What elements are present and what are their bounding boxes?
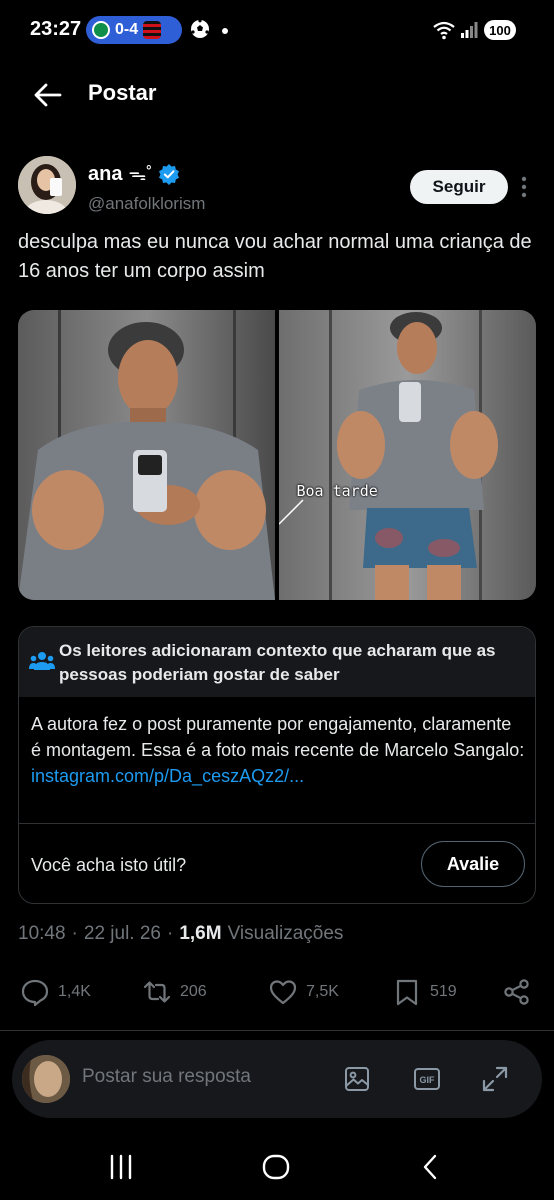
team-crest-icon xyxy=(92,21,110,39)
community-note-body: A autora fez o post puramente por engaja… xyxy=(31,711,525,789)
rate-button[interactable]: Avalie xyxy=(421,841,525,887)
community-note-title: Os leitores adicionaram contexto que ach… xyxy=(59,641,496,684)
back-icon[interactable] xyxy=(416,1152,446,1182)
reply-count: 1,4K xyxy=(58,983,91,1000)
more-vertical-icon[interactable] xyxy=(520,176,528,198)
community-note-text: A autora fez o post puramente por engaja… xyxy=(31,714,525,760)
photo-caption-text: Boa tarde xyxy=(296,482,378,500)
soccer-ball-icon xyxy=(191,19,209,38)
heart-icon xyxy=(269,980,297,1005)
tweet-meta: 10:48 · 22 jul. 26 · 1,6M Visualizações xyxy=(18,923,343,945)
community-note-link[interactable]: instagram.com/p/Da_ceszAQz2/... xyxy=(31,766,304,786)
tweet-photo-left[interactable] xyxy=(18,310,276,600)
tweet-photo-right[interactable]: Boa tarde xyxy=(278,310,537,600)
follow-button[interactable]: Seguir xyxy=(410,170,508,204)
views-label[interactable]: Visualizações xyxy=(228,923,344,945)
user-avatar xyxy=(22,1055,70,1103)
recent-apps-icon[interactable] xyxy=(106,1152,136,1182)
wifi-icon xyxy=(433,21,455,40)
bookmark-icon xyxy=(396,979,418,1006)
author-avatar[interactable] xyxy=(18,156,76,214)
status-bar: 23:27 0-4 100 xyxy=(0,0,554,62)
divider xyxy=(19,823,535,824)
battery-indicator: 100 xyxy=(484,20,516,40)
meta-separator: · xyxy=(167,923,174,944)
signal-icon xyxy=(461,22,478,38)
image-icon[interactable] xyxy=(342,1064,372,1094)
gif-icon[interactable]: GIF xyxy=(412,1064,442,1094)
top-bar: Postar xyxy=(0,62,554,128)
community-note: Os leitores adicionaram contexto que ach… xyxy=(18,626,536,904)
reply-button[interactable]: 1,4K xyxy=(20,970,91,1014)
meta-separator: · xyxy=(71,923,78,944)
share-icon xyxy=(504,979,529,1005)
views-count[interactable]: 1,6M xyxy=(179,923,221,945)
author-name-emoji: ᯓ˚ xyxy=(128,164,153,184)
verified-badge-icon xyxy=(159,164,180,185)
author-handle[interactable]: @anafolklorism xyxy=(88,194,205,214)
reply-input[interactable]: Postar sua resposta xyxy=(82,1066,251,1088)
back-arrow-icon[interactable] xyxy=(32,81,62,109)
divider xyxy=(0,1030,554,1031)
tweet-date: 22 jul. 26 xyxy=(83,923,161,944)
tweet-text: desculpa mas eu nunca vou achar normal u… xyxy=(18,231,532,282)
tweet-actions: 1,4K 206 7,5K 519 xyxy=(0,970,554,1014)
repost-icon xyxy=(143,981,171,1003)
expand-icon[interactable] xyxy=(480,1064,510,1094)
share-button[interactable] xyxy=(502,970,532,1014)
system-nav-bar xyxy=(0,1130,554,1200)
notification-dot-icon xyxy=(222,28,228,34)
svg-text:GIF: GIF xyxy=(420,1075,436,1085)
score-text: 0-4 xyxy=(115,21,139,38)
bookmark-button[interactable]: 519 xyxy=(392,970,457,1014)
helpful-question: Você acha isto útil? xyxy=(31,855,187,875)
people-icon xyxy=(29,652,55,670)
bookmark-count: 519 xyxy=(430,983,457,1000)
author-name-row[interactable]: ana ᯓ˚ xyxy=(88,162,180,186)
team-crest-icon xyxy=(143,21,162,39)
tweet-media[interactable]: Boa tarde xyxy=(18,310,536,600)
page-title: Postar xyxy=(88,80,157,105)
repost-button[interactable]: 206 xyxy=(142,970,207,1014)
status-time: 23:27 xyxy=(30,18,82,40)
home-icon[interactable] xyxy=(261,1152,291,1182)
repost-count: 206 xyxy=(180,983,207,1000)
reply-composer[interactable]: Postar sua resposta GIF xyxy=(12,1040,542,1118)
tweet-time: 10:48 xyxy=(18,923,66,944)
like-count: 7,5K xyxy=(306,983,339,1000)
reply-icon xyxy=(21,979,49,1007)
like-button[interactable]: 7,5K xyxy=(268,970,339,1014)
community-note-header[interactable]: Os leitores adicionaram contexto que ach… xyxy=(19,627,535,697)
live-score-pill[interactable]: 0-4 xyxy=(86,16,182,44)
author-name[interactable]: ana xyxy=(88,163,122,186)
